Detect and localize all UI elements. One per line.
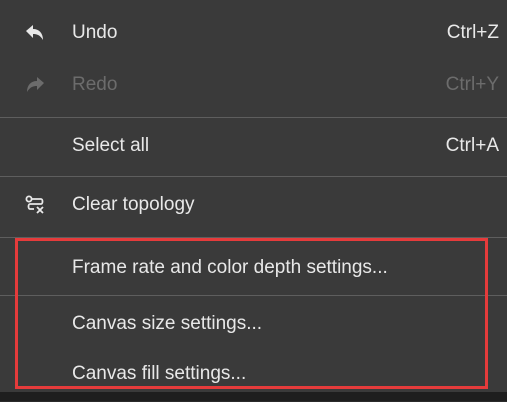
menu-item-undo[interactable]: Undo Ctrl+Z: [0, 5, 507, 61]
menu-item-shortcut: Ctrl+Y: [445, 74, 499, 95]
highlight-box: [15, 238, 488, 389]
undo-icon: [23, 21, 47, 45]
menu-item-shortcut: Ctrl+A: [445, 135, 499, 156]
context-menu: Undo Ctrl+Z Redo Ctrl+Y Select all Ctrl+…: [0, 0, 507, 392]
menu-item-redo[interactable]: Redo Ctrl+Y: [0, 57, 507, 113]
menu-item-label: Clear topology: [72, 194, 195, 215]
menu-item-shortcut: Ctrl+Z: [446, 22, 499, 43]
menu-item-select-all[interactable]: Select all Ctrl+A: [0, 118, 507, 174]
menu-item-label: Undo: [72, 22, 118, 43]
menu-item-clear-topology[interactable]: Clear topology: [0, 177, 507, 233]
background-strip: [0, 392, 507, 401]
menu-item-label: Redo: [72, 74, 118, 95]
menu-item-label: Select all: [72, 135, 150, 156]
clear-topology-icon: [23, 193, 47, 217]
redo-icon: [23, 73, 47, 97]
